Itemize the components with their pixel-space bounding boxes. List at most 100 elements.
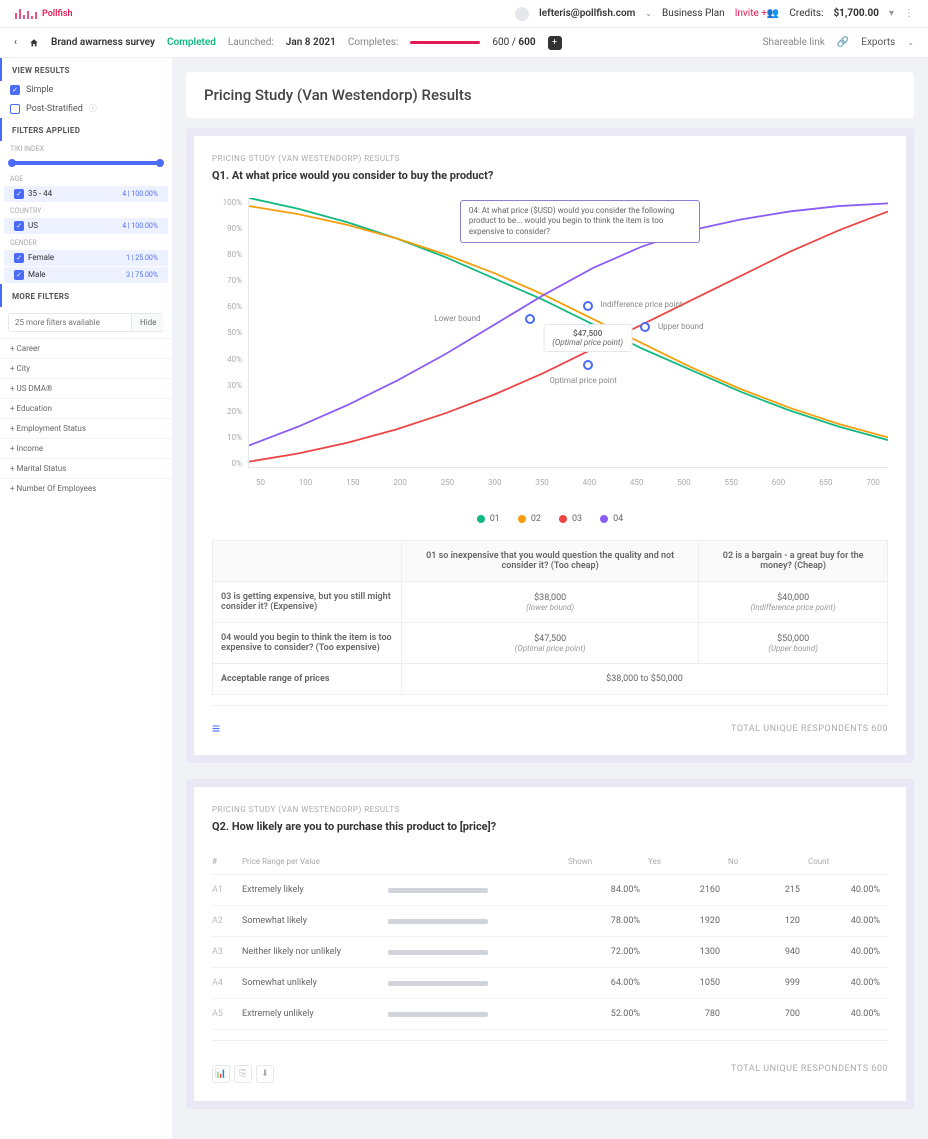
chart-legend: 01 02 03 04 [212, 514, 888, 524]
table-row: 04 would you begin to think the item is … [213, 623, 888, 664]
q2-footer-text: TOTAL UNIQUE RESPONDENTS 600 [731, 1064, 888, 1074]
subbar: ‹ Brand awarness survey Completed Launch… [0, 28, 928, 58]
copy-icon[interactable]: ⎘ [234, 1065, 252, 1083]
q2-title: Q2. How likely are you to purchase this … [212, 820, 888, 833]
link-icon[interactable]: 🔗 [837, 37, 849, 48]
filter-search[interactable]: Hide [8, 313, 164, 332]
more-filter-item[interactable]: + City [0, 358, 172, 378]
more-filter-item[interactable]: + US DMA® [0, 378, 172, 398]
table-row: 03 is getting expensive, but you still m… [213, 582, 888, 623]
launched-label: Launched: [228, 37, 274, 48]
filter-country-label: COUNTRY [0, 203, 172, 217]
filter-male-row[interactable]: Male3 | 75.00% [4, 267, 168, 283]
q2-actions: 📊 ⎘ ⬇ [212, 1065, 274, 1083]
checkbox-icon [10, 85, 20, 95]
home-icon[interactable] [29, 38, 39, 48]
more-icon[interactable]: ⋮ [904, 8, 914, 19]
add-button[interactable]: + [548, 36, 562, 50]
chevron-down-icon[interactable]: ⌄ [907, 38, 914, 47]
more-filters-header: MORE FILTERS [0, 284, 172, 307]
legend-item: 02 [518, 514, 541, 524]
table-row: Acceptable range of prices $38,000 to $5… [213, 664, 888, 695]
lower-marker [525, 314, 535, 324]
optimal-value-box: $47,500 (Optimal price point) [543, 324, 632, 352]
topbar: Pollfish lefteris@pollfish.com ⌄ Busines… [0, 0, 928, 28]
y-axis: 100%90%80%70%60%50%40%30%20%10%0% [212, 198, 248, 468]
filter-age-row[interactable]: 35 - 444 | 100.00% [4, 186, 168, 202]
list-icon[interactable]: ≡ [212, 720, 220, 737]
hide-button[interactable]: Hide [131, 314, 164, 331]
q2-table: # Price Range per Value Shown Yes No Cou… [212, 849, 888, 1030]
col2-header: 02 is a bargain - a great buy for the mo… [699, 541, 888, 582]
tiki-slider[interactable] [10, 161, 162, 165]
plan-label: Business Plan [662, 8, 725, 19]
q1-chart: 100%90%80%70%60%50%40%30%20%10%0% 04: At… [212, 198, 888, 498]
sidebar: VIEW RESULTS Simple Post-Stratified ⓘ FI… [0, 58, 172, 1139]
completes-progress [410, 41, 480, 44]
launched-date: Jan 8 2021 [286, 37, 336, 48]
chevron-down-icon[interactable]: ⌄ [645, 9, 652, 18]
filter-female-row[interactable]: Female1 | 25.00% [4, 250, 168, 266]
more-filter-item[interactable]: + Employment Status [0, 418, 172, 438]
chart-icon[interactable]: 📊 [212, 1065, 230, 1083]
q2-row: A3Neither likely nor unlikely72.00%13009… [212, 937, 888, 968]
optimal-marker [583, 360, 593, 370]
filter-search-input[interactable] [9, 314, 131, 331]
legend-item: 04 [600, 514, 623, 524]
view-simple[interactable]: Simple [0, 81, 172, 99]
filter-gender-label: GENDER [0, 235, 172, 249]
q2-footer: 📊 ⎘ ⬇ TOTAL UNIQUE RESPONDENTS 600 [212, 1040, 888, 1083]
shareable-link[interactable]: Shareable link [763, 37, 825, 48]
q1-overline: PRICING STUDY (VAN WESTENDORP) RESULTS [212, 154, 888, 163]
checkbox-icon [10, 104, 20, 114]
credits-label: Credits: [789, 8, 823, 19]
q2-row: A1Extremely likely84.00%216021540.00% [212, 875, 888, 906]
q1-card: PRICING STUDY (VAN WESTENDORP) RESULTS Q… [186, 128, 914, 763]
brand-name: Pollfish [42, 9, 73, 19]
status-badge: Completed [167, 37, 216, 48]
survey-name: Brand awarness survey [51, 37, 155, 48]
view-post-stratified[interactable]: Post-Stratified ⓘ [0, 99, 172, 118]
content: Pricing Study (Van Westendorp) Results P… [172, 58, 928, 1139]
indiff-label: Indifference price point [600, 300, 682, 309]
filter-country-row[interactable]: US4 | 100.00% [4, 218, 168, 234]
optimal-label: Optimal price point [549, 376, 616, 385]
more-filter-item[interactable]: + Income [0, 438, 172, 458]
filters-applied-header: FILTERS APPLIED [0, 118, 172, 141]
q2-row: A4Somewhat unlikely64.00%105099940.00% [212, 968, 888, 999]
completes-label: Completes: [348, 37, 399, 48]
more-filter-item[interactable]: + Career [0, 338, 172, 358]
legend-item: 03 [559, 514, 582, 524]
q2-card: PRICING STUDY (VAN WESTENDORP) RESULTS Q… [186, 779, 914, 1109]
logo[interactable]: Pollfish [14, 7, 73, 21]
indiff-marker [583, 301, 593, 311]
q1-footer: ≡ TOTAL UNIQUE RESPONDENTS 600 [212, 705, 888, 737]
download-icon[interactable]: ⬇ [256, 1065, 274, 1083]
x-axis: 5010015020025030035040045050055060065070… [248, 478, 888, 498]
more-filter-item[interactable]: + Number Of Employees [0, 478, 172, 498]
q2-row: A2Somewhat likely78.00%192012040.00% [212, 906, 888, 937]
user-email[interactable]: lefteris@pollfish.com [539, 8, 635, 19]
back-icon[interactable]: ‹ [14, 37, 17, 48]
invite-link[interactable]: Invite +👥 [735, 8, 780, 19]
credits-dropdown[interactable]: ▾ [889, 8, 894, 19]
more-filter-item[interactable]: + Marital Status [0, 458, 172, 478]
chart-tooltip: 04: At what price ($USD) would you consi… [460, 200, 700, 243]
q1-footer-text: TOTAL UNIQUE RESPONDENTS 600 [731, 724, 888, 734]
avatar[interactable] [515, 7, 529, 21]
col1-header: 01 so inexpensive that you would questio… [402, 541, 699, 582]
upper-marker [640, 322, 650, 332]
tiki-label: TIKI INDEX [0, 141, 172, 155]
lower-label: Lower bound [434, 314, 480, 323]
exports-button[interactable]: Exports [861, 37, 895, 48]
view-results-header: VIEW RESULTS [0, 58, 172, 81]
completes-count: 600 / 600 [492, 37, 535, 48]
legend-item: 01 [477, 514, 500, 524]
top-right: lefteris@pollfish.com ⌄ Business Plan In… [515, 7, 914, 21]
q1-results-table: 01 so inexpensive that you would questio… [212, 540, 888, 695]
q2-row: A5Extremely unlikely52.00%78070040.00% [212, 999, 888, 1030]
q2-header: # Price Range per Value Shown Yes No Cou… [212, 849, 888, 875]
plot-area: 04: At what price ($USD) would you consi… [248, 198, 888, 468]
more-filter-item[interactable]: + Education [0, 398, 172, 418]
filter-age-label: AGE [0, 171, 172, 185]
